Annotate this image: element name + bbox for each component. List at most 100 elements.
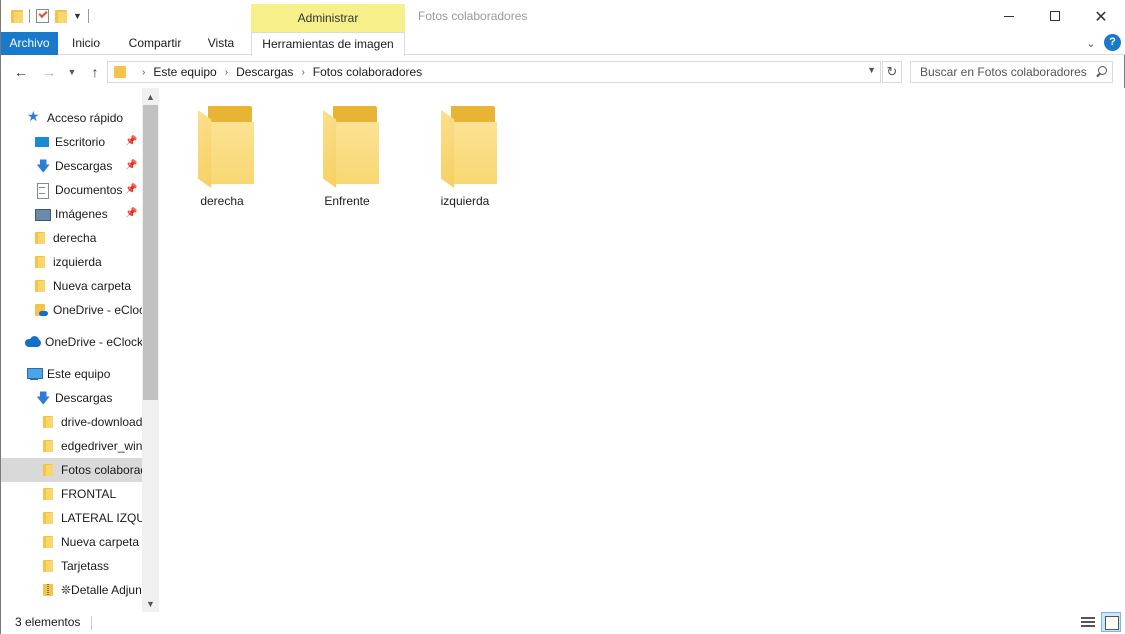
folder-item-izquierda[interactable]: izquierda (415, 98, 515, 216)
breadcrumb-este-equipo[interactable]: Este equipo (153, 65, 216, 79)
address-bar[interactable]: › Este equipo › Descargas › Fotos colabo… (107, 61, 881, 83)
sidebar-item-fotos-colaboradores[interactable]: Fotos colaboradores (1, 458, 142, 482)
sidebar-item-drive-download[interactable]: drive-download (1, 410, 142, 434)
folder-icon (33, 255, 47, 269)
sidebar-item-edgedriver-win[interactable]: edgedriver_win (1, 434, 142, 458)
sidebar-item-imagenes[interactable]: Imágenes 📌 (1, 202, 142, 226)
refresh-icon: ↻ (886, 64, 898, 79)
properties-icon[interactable] (36, 9, 49, 23)
toolbar-divider (29, 9, 30, 23)
folder-icon (41, 415, 55, 429)
pin-icon[interactable]: 📌 (125, 160, 137, 172)
breadcrumb-chevron-icon[interactable]: › (225, 67, 228, 78)
sidebar-item-label: ❊Detalle Adjuntos (61, 583, 142, 597)
tab-archivo[interactable]: Archivo (1, 32, 58, 55)
pin-icon[interactable]: 📌 (125, 136, 137, 148)
up-arrow-icon[interactable]: ↑ (84, 62, 106, 82)
navigation-pane: Acceso rápido Escritorio 📌 Descargas 📌 D… (1, 88, 159, 612)
sidebar-item-label: Tarjetass (61, 559, 110, 573)
folder-icon (41, 511, 55, 525)
tab-vista[interactable]: Vista (199, 32, 243, 55)
search-icon[interactable] (1095, 66, 1107, 78)
sidebar-item-detalle-adjuntos[interactable]: ❊Detalle Adjuntos (1, 578, 142, 602)
maximize-icon (1050, 11, 1060, 21)
sidebar-item-label: FRONTAL (61, 487, 117, 501)
breadcrumb-chevron-icon[interactable]: › (301, 67, 304, 78)
large-icons-view-icon[interactable] (1101, 612, 1121, 632)
back-arrow-icon[interactable]: ← (10, 62, 32, 82)
tab-compartir[interactable]: Compartir (119, 32, 191, 55)
refresh-button[interactable]: ↻ (882, 61, 902, 83)
download-icon (35, 388, 50, 410)
minimize-button[interactable] (986, 0, 1032, 32)
folder-icon (33, 231, 47, 245)
sidebar-item-descargas[interactable]: Descargas 📌 (1, 154, 142, 178)
sidebar-item-onedrive-folder[interactable]: OneDrive - eClock (1, 298, 142, 322)
breadcrumb-fotos-colaboradores[interactable]: Fotos colaboradores (313, 65, 422, 79)
tab-inicio[interactable]: Inicio (63, 32, 109, 55)
folder-item-derecha[interactable]: derecha (172, 98, 272, 216)
sidebar-item-este-equipo[interactable]: Este equipo (1, 362, 142, 386)
address-history-chevron-icon[interactable]: ▼ (867, 65, 876, 75)
item-count: 3 elementos (15, 615, 81, 629)
help-icon[interactable]: ? (1104, 34, 1121, 51)
new-folder-icon[interactable] (55, 9, 67, 23)
expand-ribbon-chevron-icon[interactable]: ⌄ (1083, 36, 1099, 50)
computer-icon (27, 367, 43, 381)
window-title: Fotos colaboradores (418, 9, 528, 23)
sidebar-item-descargas-equipo[interactable]: Descargas (1, 386, 142, 410)
sidebar-item-label: Nueva carpeta (53, 279, 132, 293)
folder-item-enfrente[interactable]: Enfrente (297, 98, 397, 216)
close-button[interactable]: ✕ (1078, 0, 1124, 32)
file-list: derecha Enfrente izquierda (161, 88, 1125, 612)
sidebar-item-onedrive[interactable]: OneDrive - eClock (1, 330, 142, 354)
pin-icon[interactable]: 📌 (125, 184, 137, 196)
sidebar-item-label: edgedriver_win (61, 439, 142, 453)
sidebar-item-lateral-izquierdo[interactable]: LATERAL IZQUIERDO (1, 506, 142, 530)
customize-toolbar-chevron-icon[interactable]: ▼ (73, 11, 82, 21)
ribbon-tabs: Archivo Inicio Compartir Vista Herramien… (1, 32, 1125, 56)
pin-icon[interactable]: 📌 (125, 208, 137, 220)
sidebar-item-label: izquierda (53, 255, 102, 269)
sidebar-item-label: Escritorio (55, 135, 106, 149)
sidebar-item-label: Este equipo (47, 367, 111, 381)
sidebar-item-nueva-carpeta-2[interactable]: Nueva carpeta (1, 530, 142, 554)
folder-name: derecha (200, 194, 244, 208)
sidebar-item-nueva-carpeta[interactable]: Nueva carpeta (1, 274, 142, 298)
scrollbar-thumb[interactable] (143, 105, 158, 400)
folder-icon (41, 487, 55, 501)
close-icon: ✕ (1094, 6, 1108, 26)
tab-herramientas-de-imagen[interactable]: Herramientas de imagen (251, 32, 405, 56)
sidebar-item-frontal[interactable]: FRONTAL (1, 482, 142, 506)
sidebar-item-acceso-rapido[interactable]: Acceso rápido (1, 106, 142, 130)
file-explorer-window: ▼ Administrar Fotos colaboradores ✕ Arch… (0, 0, 1125, 634)
sidebar-item-escritorio[interactable]: Escritorio 📌 (1, 130, 142, 154)
scroll-down-arrow-icon[interactable]: ▼ (142, 595, 159, 612)
desktop-icon (35, 135, 49, 149)
sidebar-item-izquierda[interactable]: izquierda (1, 250, 142, 274)
sidebar-item-tarjetass[interactable]: Tarjetass (1, 554, 142, 578)
sidebar-item-label: OneDrive - eClock (53, 303, 142, 317)
search-box[interactable] (910, 61, 1113, 83)
folder-icon (41, 559, 55, 573)
folder-icon (41, 439, 55, 453)
search-input[interactable] (911, 62, 1091, 82)
scroll-up-arrow-icon[interactable]: ▲ (142, 88, 159, 105)
star-icon (27, 109, 41, 125)
breadcrumb-descargas[interactable]: Descargas (236, 65, 293, 79)
recent-locations-chevron-icon[interactable]: ▼ (63, 62, 81, 82)
sidebar-item-label: Documentos (55, 183, 123, 197)
folder-name: izquierda (440, 194, 490, 208)
navigation-pane-scrollbar[interactable]: ▲ ▼ (142, 88, 159, 612)
onedrive-cloud-icon (25, 335, 41, 349)
forward-arrow-icon[interactable]: → (38, 62, 60, 82)
sidebar-item-documentos[interactable]: Documentos 📌 (1, 178, 142, 202)
sidebar-item-derecha[interactable]: derecha (1, 226, 142, 250)
details-view-icon[interactable] (1079, 613, 1097, 631)
maximize-button[interactable] (1032, 0, 1078, 32)
breadcrumb-chevron-icon[interactable]: › (142, 67, 145, 78)
sidebar-item-label: Imágenes (55, 207, 108, 221)
folder-icon (11, 9, 23, 23)
sidebar-item-label: OneDrive - eClock (45, 335, 142, 349)
toolbar-divider (87, 9, 89, 23)
